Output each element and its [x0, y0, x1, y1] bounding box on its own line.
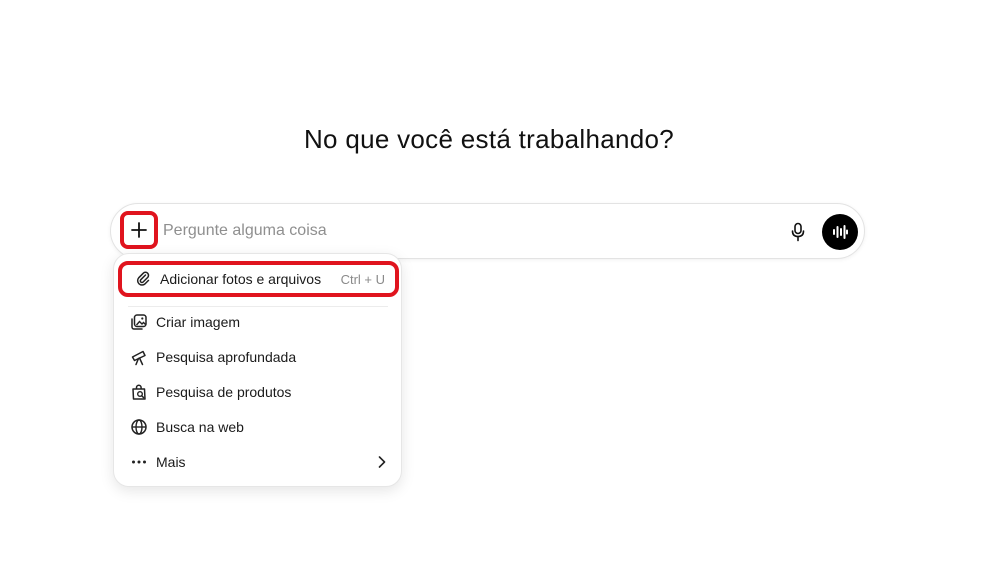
paperclip-icon	[134, 270, 152, 288]
menu-item-label: Criar imagem	[156, 314, 241, 330]
menu-item-deep-research[interactable]: Pesquisa aprofundada	[120, 340, 395, 374]
image-create-icon	[130, 313, 148, 331]
attach-plus-button[interactable]	[120, 211, 158, 249]
menu-item-label: Pesquisa aprofundada	[156, 349, 297, 365]
chevron-right-icon	[377, 455, 387, 469]
menu-item-label: Busca na web	[156, 419, 244, 435]
menu-item-web-search[interactable]: Busca na web	[120, 410, 395, 444]
menu-item-label: Mais	[156, 454, 186, 470]
menu-item-create-image[interactable]: Criar imagem	[120, 305, 395, 339]
more-dots-icon	[130, 453, 148, 471]
menu-item-label: Adicionar fotos e arquivos	[160, 271, 322, 287]
dictate-button[interactable]	[787, 221, 809, 243]
menu-item-label: Pesquisa de produtos	[156, 384, 292, 400]
telescope-icon	[130, 348, 148, 366]
microphone-icon	[791, 222, 805, 242]
menu-item-product-search[interactable]: Pesquisa de produtos	[120, 375, 395, 409]
attach-menu: Adicionar fotos e arquivos Ctrl + U Cria…	[113, 253, 402, 487]
page: No que você está trabalhando? Ad	[0, 0, 984, 587]
menu-item-more[interactable]: Mais	[120, 445, 395, 479]
shortcut-hint: Ctrl + U	[340, 271, 385, 287]
voice-mode-button[interactable]	[822, 214, 858, 250]
prompt-input[interactable]	[163, 218, 763, 244]
globe-icon	[130, 418, 148, 436]
page-title: No que você está trabalhando?	[303, 124, 675, 154]
plus-icon	[131, 222, 147, 238]
shopping-bag-search-icon	[130, 383, 148, 401]
menu-item-add-photos-files[interactable]: Adicionar fotos e arquivos Ctrl + U	[118, 261, 399, 297]
prompt-composer	[110, 203, 865, 259]
voice-waveform-icon	[833, 225, 848, 239]
